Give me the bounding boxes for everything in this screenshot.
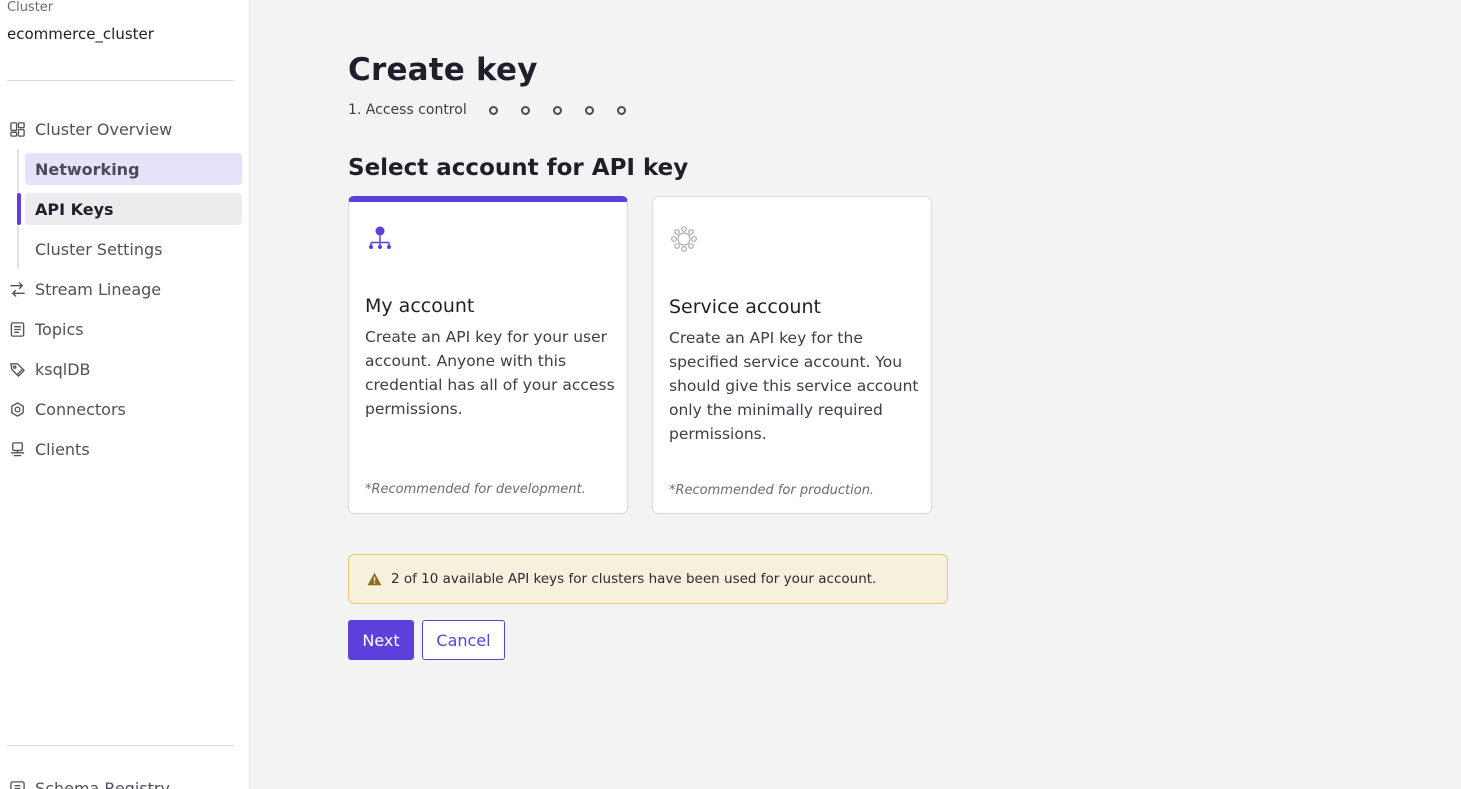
step-dot: [488, 105, 498, 115]
main-content: Create key 1. Access control Select acco…: [250, 0, 1461, 789]
sidebar-item-label: ksqlDB: [35, 359, 91, 379]
service-account-icon: [669, 224, 699, 254]
sidebar-subitem-cluster-settings[interactable]: Cluster Settings: [25, 233, 242, 265]
next-button[interactable]: Next: [348, 620, 414, 660]
sidebar-item-label: Cluster Overview: [35, 119, 173, 139]
sidebar-item-stream-lineage[interactable]: Stream Lineage: [0, 273, 242, 305]
dashboard-icon: [8, 120, 26, 138]
sidebar: Cluster ecommerce_cluster Cluster Overvi…: [0, 0, 250, 789]
api-key-usage-warning: 2 of 10 available API keys for clusters …: [348, 554, 948, 604]
sidebar-item-label: Topics: [35, 319, 84, 339]
subnav-active-indicator: [17, 193, 21, 225]
connectors-icon: [8, 400, 26, 418]
section-title: Select account for API key: [348, 155, 689, 181]
sidebar-item-label: Connectors: [35, 399, 126, 419]
sidebar-item-schema-registry[interactable]: Schema Registry: [0, 772, 242, 789]
sidebar-subitem-networking[interactable]: Networking: [25, 153, 242, 185]
sidebar-subitem-api-keys[interactable]: API Keys: [25, 193, 242, 225]
sidebar-item-clients[interactable]: Clients: [0, 433, 242, 465]
sidebar-item-connectors[interactable]: Connectors: [0, 393, 242, 425]
sidebar-item-cluster-overview[interactable]: Cluster Overview: [0, 113, 242, 145]
card-note: *Recommended for production.: [669, 483, 875, 498]
step-dot: [552, 105, 562, 115]
card-note: *Recommended for development.: [365, 482, 586, 497]
current-step-label: 1. Access control: [348, 102, 467, 118]
ksqldb-icon: [8, 360, 26, 378]
sidebar-item-ksqldb[interactable]: ksqlDB: [0, 353, 242, 385]
step-dot: [584, 105, 594, 115]
app: Cluster ecommerce_cluster Cluster Overvi…: [0, 0, 1461, 789]
cluster-caption: Cluster: [7, 0, 54, 15]
cluster-name[interactable]: ecommerce_cluster: [7, 25, 154, 43]
warning-icon: [367, 572, 382, 586]
topics-icon: [8, 320, 26, 338]
lineage-icon: [8, 280, 26, 298]
step-dot: [616, 105, 626, 115]
warning-text: 2 of 10 available API keys for clusters …: [391, 571, 877, 587]
clients-icon: [8, 440, 26, 458]
stepper: 1. Access control: [348, 102, 626, 118]
card-description: Create an API key for your user account.…: [365, 328, 615, 418]
sidebar-item-label: Stream Lineage: [35, 279, 162, 299]
sidebar-item-topics[interactable]: Topics: [0, 313, 242, 345]
sidebar-item-label: Clients: [35, 439, 90, 459]
card-description: Create an API key for the specified serv…: [669, 329, 919, 443]
org-hierarchy-icon: [365, 223, 395, 253]
my-account-card[interactable]: My account Create an API key for your us…: [348, 196, 628, 514]
schema-registry-icon: [8, 779, 26, 789]
card-title: My account: [365, 295, 475, 317]
sidebar-item-label: Schema Registry: [35, 778, 170, 789]
service-account-card[interactable]: Service account Create an API key for th…: [652, 196, 932, 514]
cancel-button[interactable]: Cancel: [422, 620, 505, 660]
sidebar-divider: [7, 745, 234, 746]
step-dot: [520, 105, 530, 115]
page-title: Create key: [348, 52, 538, 88]
sidebar-divider: [7, 80, 234, 81]
card-title: Service account: [669, 296, 821, 318]
